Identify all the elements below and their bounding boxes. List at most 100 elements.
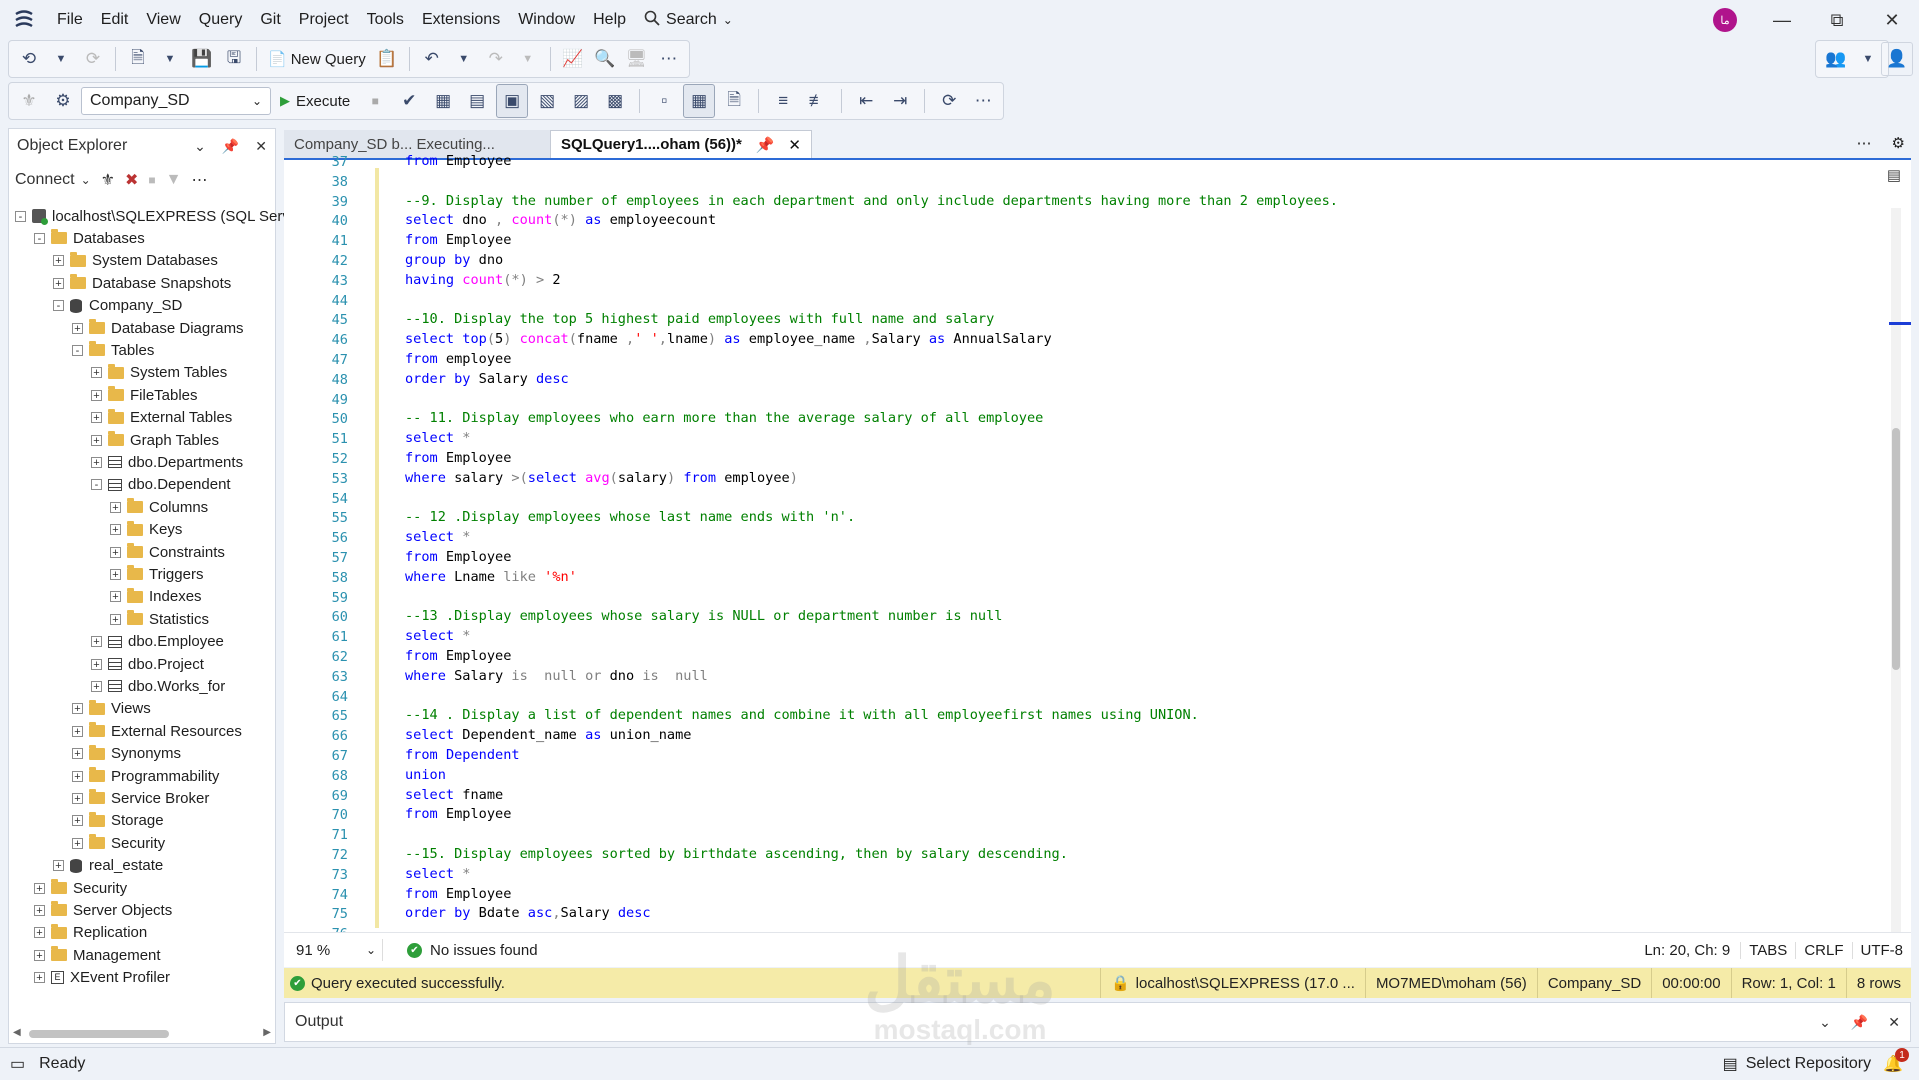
undo-dropdown-icon[interactable]: ▼ <box>449 43 479 75</box>
expand-icon[interactable]: + <box>91 456 102 468</box>
search-menu[interactable]: Search ⌄ <box>635 10 742 31</box>
tree-node[interactable]: + System Databases <box>53 250 218 272</box>
code-line[interactable]: select * <box>405 627 470 646</box>
menu-git[interactable]: Git <box>251 0 289 40</box>
save-all-icon[interactable]: 🖫 <box>219 43 249 75</box>
new-file-icon[interactable]: 🗎 <box>123 43 153 75</box>
notifications-bell-icon[interactable]: 🔔 1 <box>1883 1048 1909 1074</box>
tab-sqlquery1[interactable]: SQLQuery1....oham (56))* 📌 ✕ <box>550 130 812 158</box>
disconnect-icon[interactable]: ✖ <box>125 170 138 190</box>
expand-icon[interactable]: + <box>110 546 121 558</box>
tree-node[interactable]: + dbo.Works_for <box>91 675 225 697</box>
split-editor-icon[interactable]: ▤ <box>1887 166 1901 184</box>
close-icon[interactable]: ✕ <box>255 138 267 155</box>
tree-node[interactable]: + Statistics <box>110 608 209 630</box>
registered-servers-icon[interactable]: 🖥 <box>622 43 652 75</box>
encoding[interactable]: UTF-8 <box>1851 941 1912 959</box>
activity-monitor-icon[interactable]: 📈 <box>558 43 588 75</box>
tree-node[interactable]: + Views <box>72 698 151 720</box>
tree-node[interactable]: + Security <box>34 877 127 899</box>
menu-help[interactable]: Help <box>584 0 635 40</box>
tree-node[interactable]: + Service Broker <box>72 787 209 809</box>
expand-icon[interactable]: + <box>110 613 121 625</box>
code-line[interactable]: select top(5) concat(fname ,' ',lname) a… <box>405 330 1052 349</box>
back-dropdown-icon[interactable]: ▼ <box>46 43 76 75</box>
expand-icon[interactable]: + <box>91 367 102 379</box>
tree-node[interactable]: + Programmability <box>72 765 219 787</box>
tree-node[interactable]: + External Resources <box>72 720 242 742</box>
code-line[interactable]: --15. Display employees sorted by birthd… <box>405 845 1068 864</box>
expand-icon[interactable]: + <box>53 255 64 267</box>
tree-node[interactable]: + E XEvent Profiler <box>34 967 170 989</box>
tree-node[interactable]: + Security <box>72 832 165 854</box>
increase-indent-icon[interactable]: ⇥ <box>885 85 915 117</box>
expand-icon[interactable]: + <box>72 770 83 782</box>
redo-icon[interactable]: ↷ <box>481 43 511 75</box>
tree-node[interactable]: + Storage <box>72 810 164 832</box>
code-line[interactable]: --10. Display the top 5 highest paid emp… <box>405 310 994 329</box>
output-window-icon[interactable]: ▭ <box>10 1054 25 1074</box>
code-line[interactable]: select Dependent_name as union_name <box>405 726 691 745</box>
parse-checkmark-icon[interactable]: ✔ <box>394 85 424 117</box>
expand-icon[interactable]: + <box>91 389 102 401</box>
tree-node[interactable]: + Constraints <box>110 541 225 563</box>
tree-node[interactable]: + Indexes <box>110 586 202 608</box>
back-icon[interactable]: ⟲ <box>14 43 44 75</box>
live-share-icon[interactable]: 👥 <box>1821 43 1851 75</box>
expand-icon[interactable]: + <box>34 972 45 984</box>
decrease-indent-icon[interactable]: ⇤ <box>851 85 881 117</box>
issues-indicator[interactable]: ✔ No issues found <box>407 942 538 959</box>
code-line[interactable]: select * <box>405 528 470 547</box>
editor-vertical-scrollbar[interactable] <box>1891 208 1901 932</box>
restore-icon[interactable]: ⧉ <box>1810 0 1864 40</box>
connect-plug-icon[interactable]: ⚜ <box>101 170 115 190</box>
expand-icon[interactable]: + <box>72 792 83 804</box>
code-line[interactable]: union <box>405 766 446 785</box>
code-line[interactable]: from Dependent <box>405 746 520 765</box>
tree-node[interactable]: + Server Objects <box>34 899 172 921</box>
close-icon[interactable]: ✕ <box>1888 1014 1900 1031</box>
line-ending[interactable]: CRLF <box>1795 941 1851 959</box>
results-to-file-icon[interactable]: 🗎 <box>719 85 749 117</box>
expand-icon[interactable]: + <box>34 904 45 916</box>
live-stats-icon[interactable]: ▨ <box>566 85 596 117</box>
tree-node[interactable]: - Company_SD <box>53 295 182 317</box>
close-tab-icon[interactable]: ✕ <box>788 136 801 154</box>
menu-view[interactable]: View <box>137 0 189 40</box>
comment-lines-icon[interactable]: ≡ <box>768 85 798 117</box>
expand-icon[interactable]: + <box>72 815 83 827</box>
tree-node[interactable]: + FileTables <box>91 384 198 406</box>
gear-icon[interactable]: ⚙ <box>1892 134 1905 152</box>
code-line[interactable]: from Employee <box>405 805 511 824</box>
chevron-down-icon[interactable]: ⌄ <box>1819 1014 1831 1031</box>
more-options-icon[interactable]: ⋯ <box>192 170 208 190</box>
query-file-icon[interactable]: 📋 <box>372 43 402 75</box>
collapse-icon[interactable]: - <box>72 344 83 356</box>
code-line[interactable]: group by dno <box>405 251 503 270</box>
tree-node[interactable]: + dbo.Employee <box>91 631 224 653</box>
expand-icon[interactable]: + <box>110 501 121 513</box>
select-repository[interactable]: Select Repository <box>1746 1055 1871 1073</box>
scroll-thumb[interactable] <box>1892 428 1900 670</box>
tree-node[interactable]: + Columns <box>110 496 208 518</box>
tree-node[interactable]: + Database Diagrams <box>72 317 244 339</box>
code-line[interactable]: from employee <box>405 350 511 369</box>
menu-project[interactable]: Project <box>290 0 358 40</box>
expand-icon[interactable]: + <box>110 591 121 603</box>
menu-extensions[interactable]: Extensions <box>413 0 509 40</box>
expand-icon[interactable]: + <box>91 658 102 670</box>
more-options-icon[interactable]: ⋯ <box>1857 134 1872 152</box>
minimize-icon[interactable]: — <box>1755 0 1809 40</box>
code-line[interactable]: having count(*) > 2 <box>405 271 561 290</box>
expand-icon[interactable]: + <box>91 636 102 648</box>
expand-icon[interactable]: + <box>53 860 64 872</box>
code-line[interactable]: --9. Display the number of employees in … <box>405 192 1338 211</box>
pin-icon[interactable]: 📌 <box>222 138 239 155</box>
account-dropdown-icon[interactable]: ▼ <box>1853 43 1883 75</box>
new-query-button[interactable]: 📄 New Query <box>264 43 370 75</box>
object-explorer-horizontal-scrollbar[interactable]: ◀ ▶ <box>13 1027 271 1039</box>
code-line[interactable]: where Lname like '%n' <box>405 568 577 587</box>
tree-node[interactable]: + Synonyms <box>72 743 181 765</box>
code-line[interactable]: from Employee <box>405 152 511 171</box>
menu-tools[interactable]: Tools <box>358 0 413 40</box>
